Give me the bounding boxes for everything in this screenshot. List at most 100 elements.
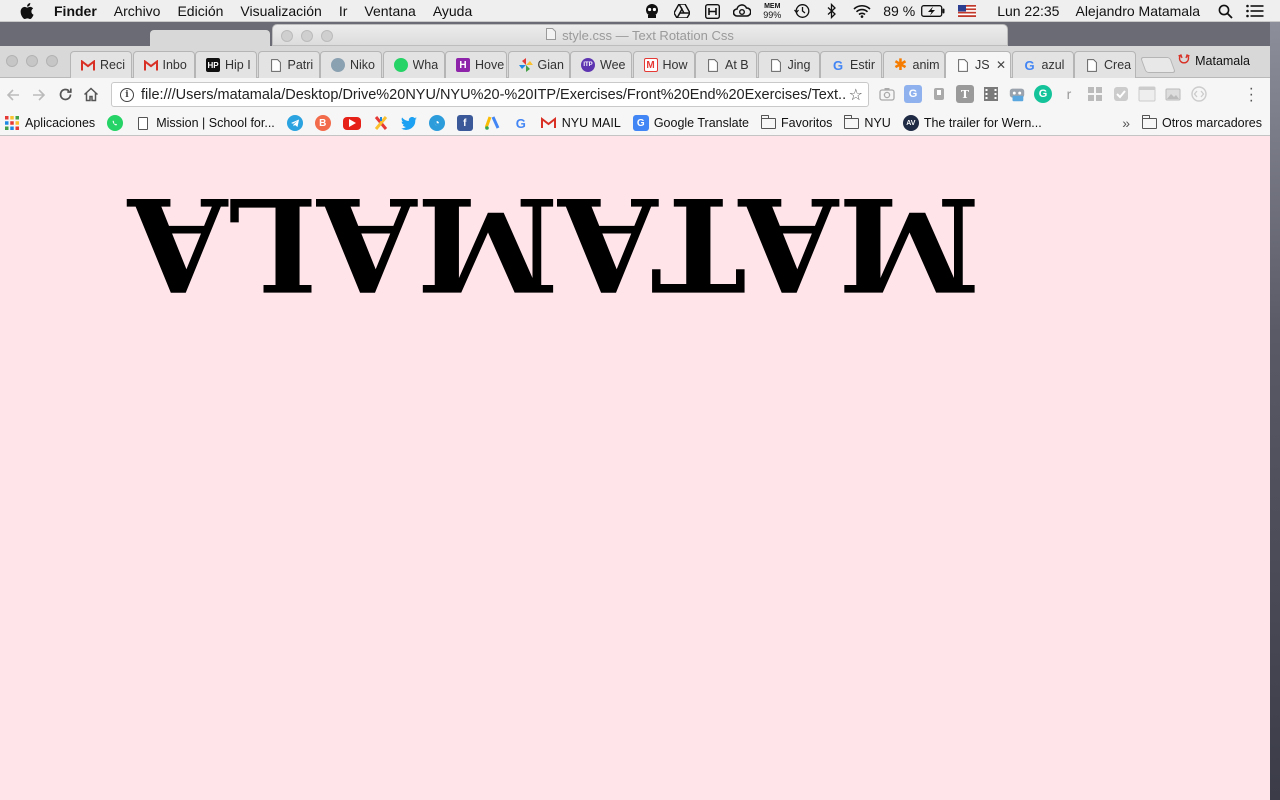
menu-ayuda[interactable]: Ayuda <box>433 3 472 19</box>
menu-ventana[interactable]: Ventana <box>364 3 415 19</box>
bookmark-whatsapp[interactable] <box>107 115 124 131</box>
bookmark-apps[interactable]: Aplicaciones <box>4 115 95 131</box>
reload-button[interactable] <box>52 82 78 108</box>
menu-visualizacion[interactable]: Visualización <box>240 3 321 19</box>
creative-cloud-icon[interactable] <box>733 3 752 19</box>
browser-tab[interactable]: HP Hip I <box>195 51 257 78</box>
profile-button[interactable]: Matamala <box>1178 53 1250 68</box>
status-app-icon[interactable] <box>703 3 721 19</box>
tab-title: Estir <box>850 58 875 72</box>
browser-tab[interactable]: Inbo <box>132 51 195 78</box>
us-flag-icon[interactable] <box>957 3 977 19</box>
apple-icon[interactable] <box>20 2 40 19</box>
chrome-menu-icon[interactable]: · · · <box>1249 81 1254 109</box>
address-bar[interactable]: i file:///Users/matamala/Desktop/Drive%2… <box>111 82 869 107</box>
google-icon: G <box>515 115 526 131</box>
bookmark-swirl[interactable]: ◔ <box>428 115 445 131</box>
browser-tab[interactable]: JS ✕ <box>945 51 1011 78</box>
menubar-clock[interactable]: Lun 22:35 <box>997 3 1059 19</box>
translate-extension-icon[interactable]: G <box>904 85 922 103</box>
address-bar-url[interactable]: file:///Users/matamala/Desktop/Drive%20N… <box>141 87 847 103</box>
browser-tab[interactable]: At B <box>695 51 757 78</box>
browser-tab[interactable]: Crea <box>1074 51 1136 78</box>
bookmark-trailer[interactable]: AV The trailer for Wern... <box>902 115 1042 131</box>
spotlight-search-icon[interactable] <box>1216 3 1234 19</box>
font-extension-icon[interactable]: T <box>956 85 974 103</box>
tab-title: Inbo <box>162 58 187 72</box>
minimize-window-button[interactable] <box>26 55 38 67</box>
tab-title: Niko <box>350 58 376 72</box>
whatsapp-icon <box>393 58 408 72</box>
browser-tab[interactable]: H Hove <box>445 51 507 78</box>
browser-tab[interactable]: Gazul <box>1011 51 1074 78</box>
photo-extension-icon[interactable] <box>1164 85 1182 103</box>
document-icon <box>769 58 783 72</box>
menu-edicion[interactable]: Edición <box>177 3 223 19</box>
browser-tab[interactable]: Jing <box>757 51 820 78</box>
check-extension-icon[interactable] <box>1112 85 1130 103</box>
bookmark-facebook[interactable]: f <box>456 115 473 131</box>
macos-menubar: Finder Archivo Edición Visualización Ir … <box>0 0 1280 22</box>
robot-extension-icon[interactable] <box>1008 85 1026 103</box>
battery-charging-icon[interactable] <box>921 3 945 19</box>
memory-status[interactable]: MEM 99% <box>763 2 781 20</box>
bookmark-folder-otros[interactable]: Otros marcadores <box>1141 114 1262 130</box>
bookmark-twitter[interactable] <box>400 115 417 131</box>
back-button[interactable] <box>0 82 26 108</box>
alien-icon[interactable] <box>643 3 661 19</box>
new-tab-button[interactable] <box>1139 57 1176 73</box>
menubar-username[interactable]: Alejandro Matamala <box>1075 3 1200 19</box>
notification-center-icon[interactable] <box>1246 3 1264 19</box>
bookmark-bitmoji[interactable]: B <box>314 115 331 131</box>
window-extension-icon[interactable] <box>1138 85 1156 103</box>
drive-icon[interactable] <box>673 3 691 19</box>
bookmark-adwords[interactable] <box>484 115 501 131</box>
zoom-window-button[interactable] <box>46 55 58 67</box>
browser-tab[interactable]: G Estir <box>820 51 882 78</box>
home-button[interactable] <box>78 82 104 108</box>
bookmark-google-translate[interactable]: G Google Translate <box>632 115 749 131</box>
battery-percentage[interactable]: 89 % <box>883 3 915 19</box>
browser-tab[interactable]: Patri <box>257 51 320 78</box>
browser-tab[interactable]: M How <box>632 51 695 78</box>
site-info-icon[interactable]: i <box>120 87 134 102</box>
browser-tab[interactable]: Gian <box>507 51 570 78</box>
gmail-icon <box>143 58 158 72</box>
bookmark-mission[interactable]: Mission | School for... <box>135 115 275 131</box>
camera-extension-icon[interactable] <box>878 85 896 103</box>
bookmark-x-app[interactable] <box>373 115 389 131</box>
bookmark-mission-label: Mission | School for... <box>156 116 275 130</box>
bluetooth-icon[interactable] <box>823 3 841 19</box>
close-tab-icon[interactable]: ✕ <box>996 58 1006 72</box>
code-extension-icon[interactable] <box>1190 85 1208 103</box>
background-editor-window[interactable]: style.css — Text Rotation Css <box>272 24 1008 46</box>
browser-tab[interactable]: Reci <box>70 51 132 78</box>
bookmark-telegram[interactable] <box>286 115 303 131</box>
browser-tab[interactable]: Wha <box>382 51 445 78</box>
close-window-button[interactable] <box>6 55 18 67</box>
tab-list: Reci Inbo HP Hip I Patri Niko Wha H Hove Gian ITP W… <box>70 51 1176 78</box>
wifi-icon[interactable] <box>853 3 871 19</box>
menu-archivo[interactable]: Archivo <box>114 3 161 19</box>
blocks-extension-icon[interactable] <box>1086 85 1104 103</box>
menu-app-finder[interactable]: Finder <box>54 3 97 19</box>
browser-tab[interactable]: Niko <box>320 51 382 78</box>
bookmark-nyu-mail[interactable]: NYU MAIL <box>541 115 621 131</box>
r-extension-icon[interactable]: r <box>1060 85 1078 103</box>
bookmark-star-icon[interactable]: ☆ <box>849 85 863 105</box>
forward-button[interactable] <box>26 82 52 108</box>
bookmark-folder-nyu[interactable]: NYU <box>844 114 891 130</box>
more-bookmarks-chevron-icon[interactable]: » <box>1122 115 1130 131</box>
bookmark-google[interactable]: G <box>513 115 529 131</box>
document-icon <box>269 58 283 72</box>
film-extension-icon[interactable] <box>982 85 1000 103</box>
time-machine-icon[interactable] <box>793 3 811 19</box>
bookmark-youtube[interactable] <box>342 116 361 130</box>
menu-ir[interactable]: Ir <box>339 3 348 19</box>
browser-tab[interactable]: ✱ anim <box>882 51 945 78</box>
browser-tab[interactable]: ITP Wee <box>570 51 632 78</box>
bookmark-folder-favoritos[interactable]: Favoritos <box>760 114 832 130</box>
cursor-extension-icon[interactable] <box>930 85 948 103</box>
grammarly-extension-icon[interactable]: G <box>1034 85 1052 103</box>
window-controls <box>6 55 58 67</box>
